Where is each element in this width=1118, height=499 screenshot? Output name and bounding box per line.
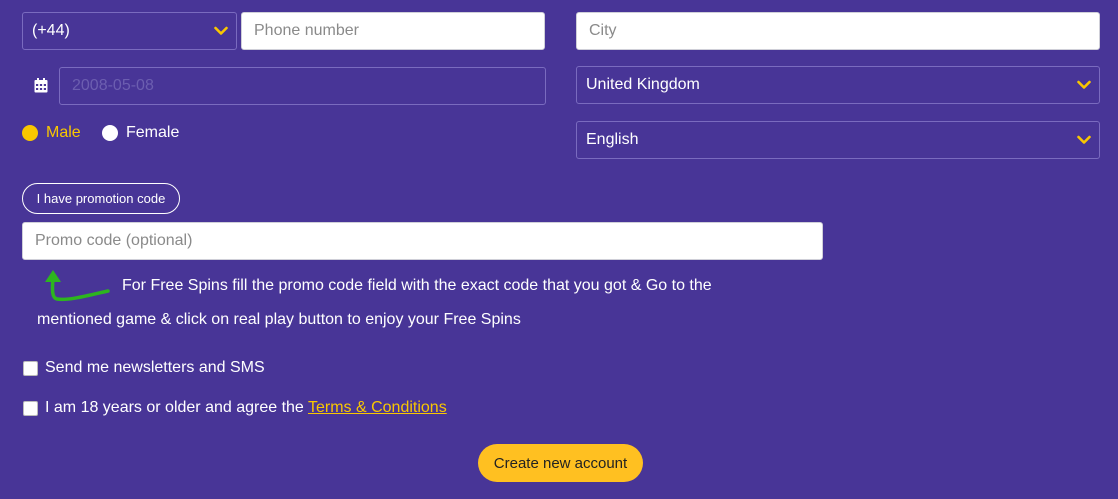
phone-number-input[interactable] (241, 12, 545, 50)
chevron-down-icon (214, 26, 228, 35)
country-value: United Kingdom (586, 76, 700, 93)
male-radio[interactable] (22, 125, 38, 141)
country-code-value: (+44) (32, 22, 70, 39)
newsletter-checkbox[interactable] (23, 361, 38, 376)
chevron-down-icon (1077, 80, 1091, 89)
terms-checkbox[interactable] (23, 401, 38, 416)
promo-toggle-label: I have promotion code (36, 191, 166, 206)
gender-male-option[interactable]: Male (22, 124, 81, 142)
country-code-select[interactable]: (+44) (22, 12, 237, 50)
promo-note-line2: mentioned game & click on real play butt… (37, 311, 521, 328)
terms-label-prefix: I am 18 years or older and agree the (45, 399, 308, 416)
create-account-button[interactable]: Create new account (478, 444, 643, 482)
terms-label: I am 18 years or older and agree the Ter… (45, 399, 447, 417)
promo-code-toggle-button[interactable]: I have promotion code (22, 183, 180, 214)
gender-female-option[interactable]: Female (102, 124, 179, 142)
city-input[interactable] (576, 12, 1100, 50)
female-label: Female (126, 124, 180, 141)
newsletter-label: Send me newsletters and SMS (45, 359, 265, 376)
promo-note-line1: For Free Spins fill the promo code field… (122, 277, 712, 294)
language-value: English (586, 131, 639, 148)
promo-code-input[interactable] (22, 222, 823, 260)
language-select[interactable]: English (576, 121, 1100, 159)
terms-conditions-link[interactable]: Terms & Conditions (308, 399, 447, 416)
male-label: Male (46, 124, 81, 141)
female-radio[interactable] (102, 125, 118, 141)
arrow-up-icon (45, 270, 110, 302)
chevron-down-icon (1077, 135, 1091, 144)
country-select[interactable]: United Kingdom (576, 66, 1100, 104)
calendar-icon (34, 78, 48, 93)
birthdate-input[interactable] (59, 67, 546, 105)
